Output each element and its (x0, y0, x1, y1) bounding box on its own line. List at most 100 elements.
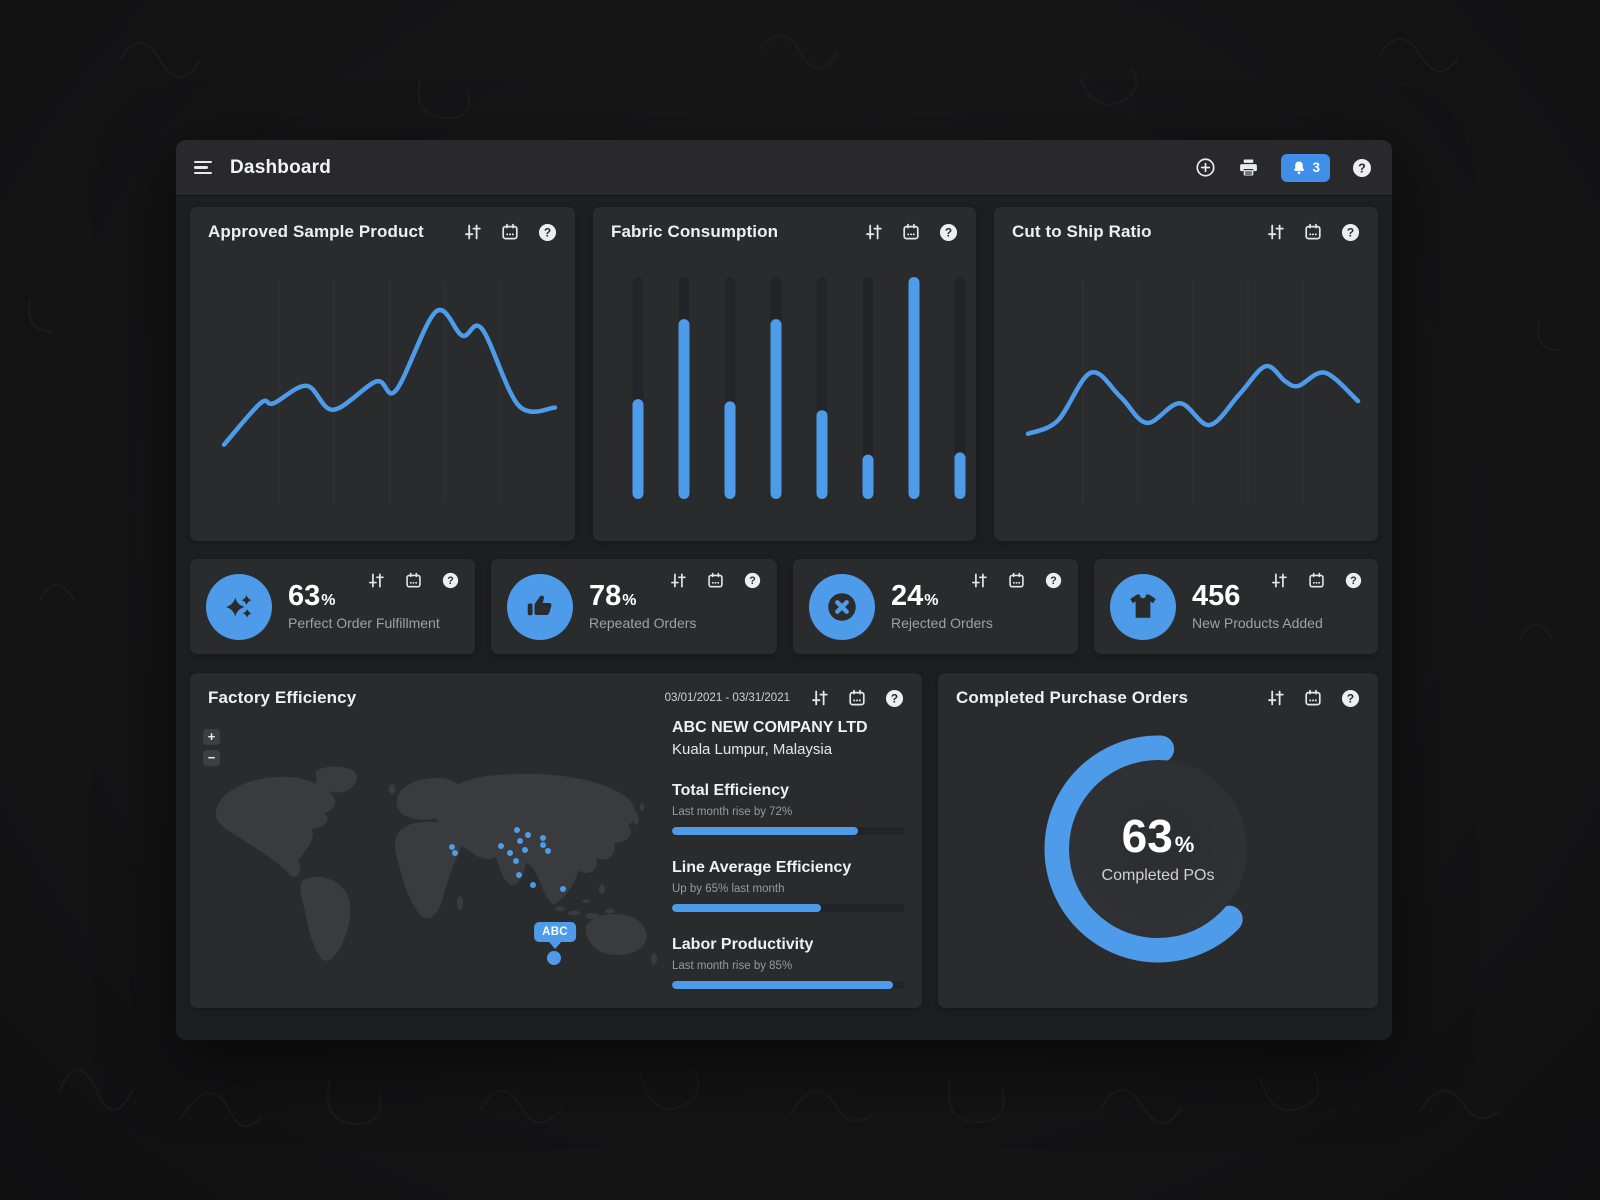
map-zoom-out-button[interactable]: − (203, 750, 220, 766)
sliders-icon (813, 692, 827, 705)
map-location-dot (530, 882, 536, 888)
kpi-value: 24 (891, 582, 923, 611)
card-title: Factory Efficiency (208, 688, 356, 708)
card-title: Cut to Ship Ratio (1012, 222, 1152, 242)
help-button[interactable] (1045, 572, 1062, 589)
filter-button[interactable] (1267, 223, 1285, 241)
map-hub-dot[interactable] (547, 951, 561, 965)
progress-fill (672, 981, 893, 989)
add-button[interactable] (1195, 157, 1216, 178)
calendar-button[interactable] (405, 572, 422, 589)
map-marker-abc[interactable]: ABC (534, 922, 576, 949)
kpi-icon-circle (809, 574, 875, 640)
help-button[interactable] (538, 223, 557, 242)
progress-track (672, 981, 905, 989)
thumbs-up-icon (528, 595, 552, 615)
calendar-icon (709, 574, 722, 587)
dashboard-content: Approved Sample Product Fabric Consumpti… (176, 195, 1392, 1008)
help-icon (1046, 573, 1061, 588)
sliders-icon (1269, 692, 1283, 705)
x-circle-icon (828, 593, 856, 621)
map-location-dot (516, 872, 522, 878)
calendar-button[interactable] (501, 223, 519, 241)
kpi-perfect-order-fulfillment: 63 % Perfect Order Fulfillment (190, 559, 475, 654)
line-chart (994, 253, 1378, 541)
help-icon (1353, 159, 1371, 177)
filter-button[interactable] (368, 572, 385, 589)
tshirt-icon (1130, 594, 1155, 617)
calendar-button[interactable] (707, 572, 724, 589)
bell-icon (1294, 161, 1304, 174)
progress-fill (672, 904, 821, 912)
sliders-icon (370, 574, 383, 586)
help-button[interactable] (1352, 158, 1372, 178)
help-icon (1342, 689, 1359, 706)
calendar-button[interactable] (1008, 572, 1025, 589)
calendar-icon (407, 574, 420, 587)
help-icon (886, 689, 903, 706)
help-button[interactable] (442, 572, 459, 589)
help-button[interactable] (939, 223, 958, 242)
kpi-unit: % (321, 592, 335, 610)
calendar-icon (850, 691, 864, 705)
map-location-dot (517, 838, 523, 844)
donut-center: 63 % Completed POs (1069, 760, 1247, 938)
map-location-dot (498, 843, 504, 849)
card-title: Fabric Consumption (611, 222, 778, 242)
kpi-unit: % (924, 592, 938, 610)
map-location-dot (514, 827, 520, 833)
filter-button[interactable] (865, 223, 883, 241)
filter-button[interactable] (811, 689, 829, 707)
filter-button[interactable] (971, 572, 988, 589)
progress-track (672, 827, 905, 835)
card-completed-purchase-orders: Completed Purchase Orders 63 % (938, 673, 1378, 1008)
calendar-button[interactable] (902, 223, 920, 241)
card-title: Completed Purchase Orders (956, 688, 1188, 708)
help-icon (443, 573, 458, 588)
map-location-dot (545, 848, 551, 854)
calendar-button[interactable] (1304, 689, 1322, 707)
donut-unit: % (1175, 832, 1195, 858)
donut-label: Completed POs (1102, 867, 1215, 885)
filter-button[interactable] (670, 572, 687, 589)
map-markers-layer: ABC (198, 745, 668, 985)
sliders-icon (973, 574, 986, 586)
help-button[interactable] (1341, 223, 1360, 242)
calendar-icon (503, 225, 517, 239)
calendar-button[interactable] (1304, 223, 1322, 241)
kpi-rejected-orders: 24 % Rejected Orders (793, 559, 1078, 654)
map-zoom-in-button[interactable]: + (203, 729, 220, 745)
kpi-value: 63 (288, 582, 320, 611)
progress-fill (672, 827, 858, 835)
calendar-button[interactable] (1308, 572, 1325, 589)
kpi-icon-circle (1110, 574, 1176, 640)
help-button[interactable] (744, 572, 761, 589)
help-button[interactable] (885, 689, 904, 708)
metric-label: Line Average Efficiency (672, 859, 905, 877)
print-button[interactable] (1238, 157, 1259, 178)
line-chart (190, 253, 575, 541)
donut-value: 63 (1122, 813, 1173, 859)
filter-button[interactable] (1271, 572, 1288, 589)
kpi-icon-circle (507, 574, 573, 640)
kpi-unit: % (622, 592, 636, 610)
filter-button[interactable] (1267, 689, 1285, 707)
notifications-button[interactable]: 3 (1281, 154, 1330, 182)
bar-chart (593, 253, 976, 541)
calendar-button[interactable] (848, 689, 866, 707)
company-location: Kuala Lumpur, Malaysia (672, 741, 905, 758)
help-icon (539, 223, 556, 240)
metric-note: Last month rise by 72% (672, 806, 905, 818)
kpi-icon-circle (206, 574, 272, 640)
menu-icon[interactable] (192, 157, 214, 178)
filter-button[interactable] (464, 223, 482, 241)
metric-note: Last month rise by 85% (672, 960, 905, 972)
world-map[interactable]: ABC (198, 745, 668, 985)
sliders-icon (466, 226, 480, 239)
calendar-icon (904, 225, 918, 239)
plus-circle-icon (1198, 159, 1214, 175)
help-button[interactable] (1341, 689, 1360, 708)
kpi-value: 78 (589, 582, 621, 611)
progress-track (672, 904, 905, 912)
help-button[interactable] (1345, 572, 1362, 589)
